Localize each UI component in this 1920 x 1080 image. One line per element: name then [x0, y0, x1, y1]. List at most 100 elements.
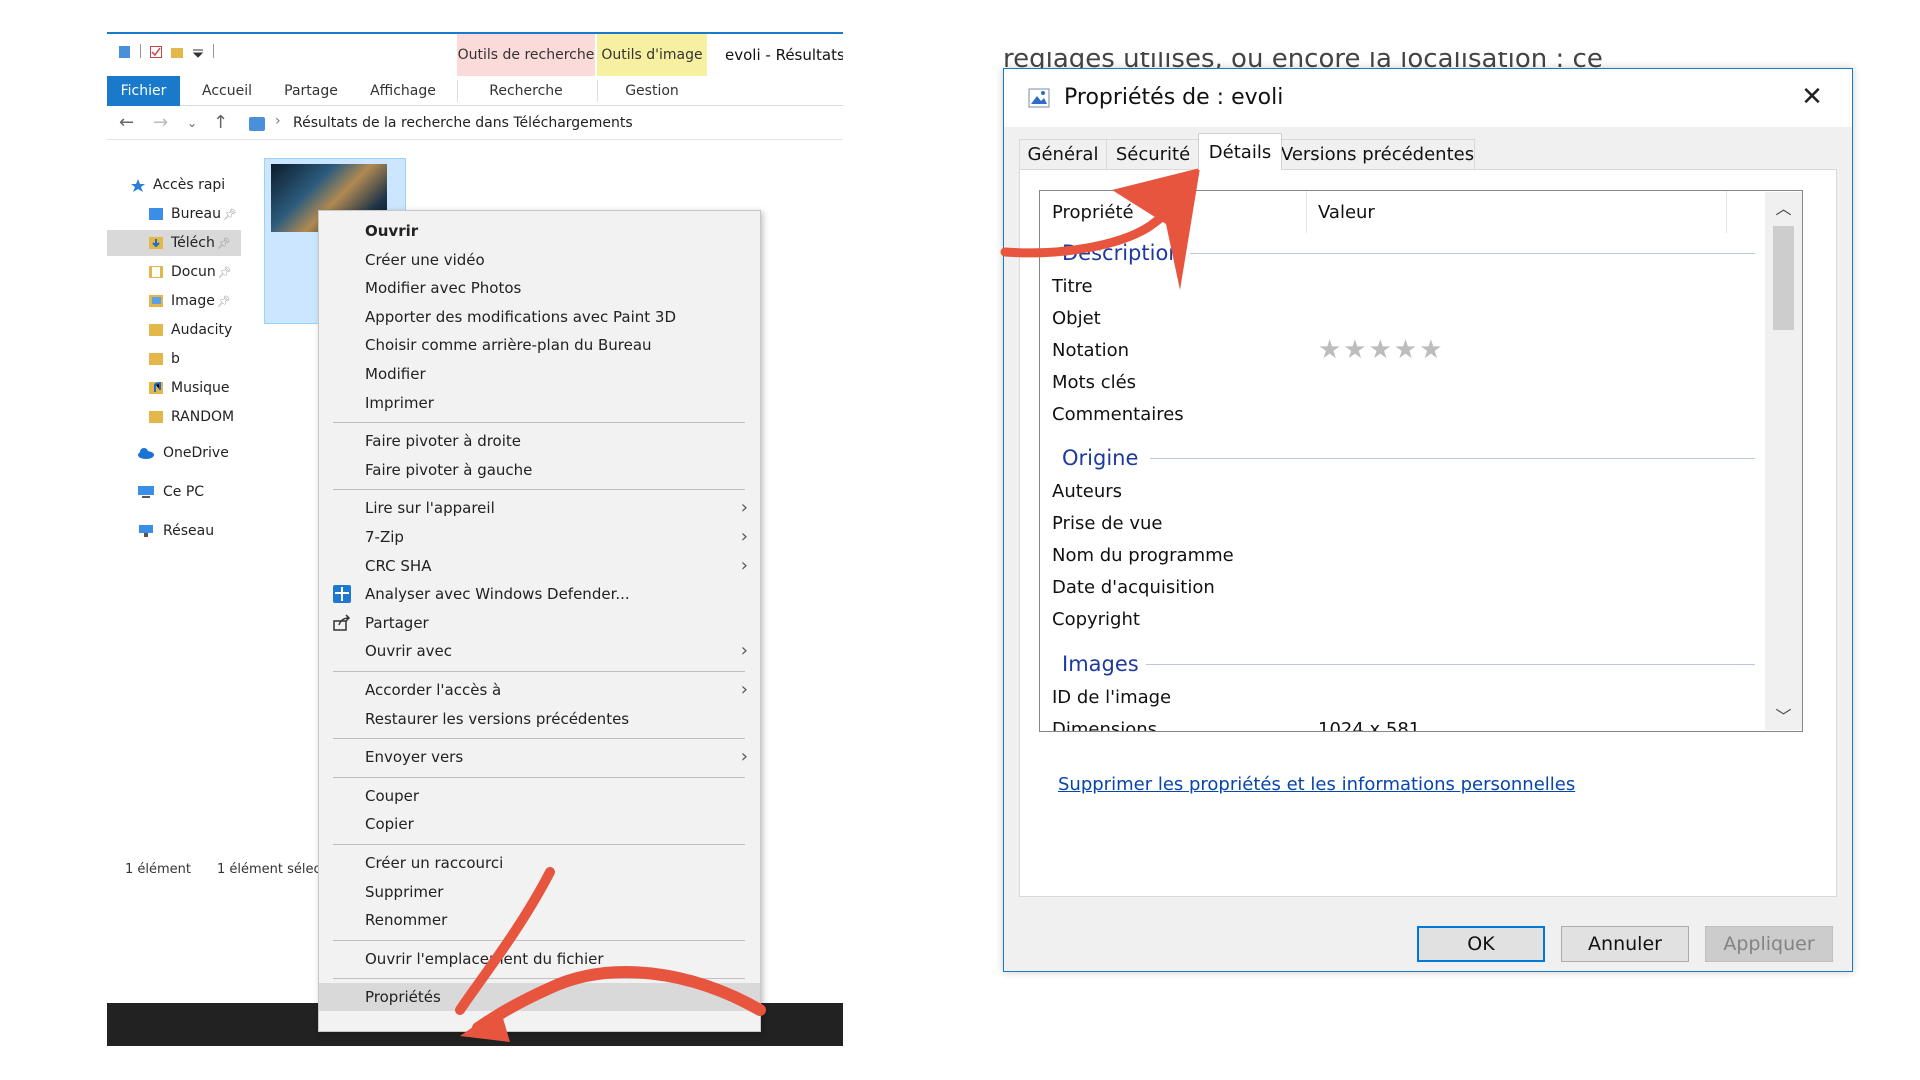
menu-item-label: Choisir comme arrière-plan du Bureau: [365, 336, 652, 355]
customize-dropdown-icon[interactable]: [192, 44, 204, 58]
new-folder-icon[interactable]: [171, 44, 183, 58]
menu-item-renommer[interactable]: Renommer: [319, 906, 760, 934]
tab-previous-versions[interactable]: Versions précédentes: [1280, 139, 1475, 169]
nav-item-this-pc[interactable]: Ce PC: [107, 479, 241, 505]
pin-icon[interactable]: 📌︎: [217, 295, 231, 308]
nav-item-random[interactable]: RANDOM: [107, 404, 241, 430]
menu-item-proprietes[interactable]: Propriétés: [319, 983, 760, 1012]
property-row-title[interactable]: Titre: [1052, 270, 1093, 302]
quick-access-toolbar: [119, 44, 214, 58]
property-row-date-taken[interactable]: Prise de vue: [1052, 507, 1162, 539]
menu-item-ouvrir-l-emplacement-du-fichier[interactable]: Ouvrir l'emplacement du fichier: [319, 945, 760, 973]
menu-item-partager[interactable]: Partager: [319, 609, 760, 637]
scroll-down-icon[interactable]: ﹀: [1765, 700, 1802, 730]
recent-locations-chevron-icon[interactable]: ⌄: [187, 116, 197, 130]
property-row-subject[interactable]: Objet: [1052, 302, 1101, 334]
computer-icon: [137, 486, 155, 498]
property-row-date-acquired[interactable]: Date d'acquisition: [1052, 571, 1215, 603]
nav-item-music[interactable]: Musique: [107, 375, 241, 401]
property-row-keywords[interactable]: Mots clés: [1052, 366, 1136, 398]
back-arrow-icon[interactable]: ←: [119, 112, 134, 133]
nav-item-label: RANDOM: [171, 409, 235, 425]
scroll-up-icon[interactable]: ︿: [1765, 192, 1802, 222]
nav-item-label: Bureau: [171, 206, 221, 222]
ribbon-tab-home[interactable]: Accueil: [185, 76, 269, 106]
tab-details[interactable]: Détails: [1198, 133, 1282, 170]
properties-check-icon[interactable]: [150, 44, 162, 58]
nav-item-quick-access[interactable]: Accès rapi: [107, 172, 241, 198]
menu-item-copier[interactable]: Copier: [319, 810, 760, 838]
cancel-button[interactable]: Annuler: [1561, 926, 1689, 962]
ribbon-tab-search[interactable]: Recherche: [457, 76, 595, 106]
pin-icon[interactable]: 📌︎: [223, 208, 237, 221]
tab-general[interactable]: Général: [1019, 139, 1107, 169]
close-icon[interactable]: ✕: [1792, 79, 1832, 115]
vertical-scrollbar[interactable]: ︿ ﹀: [1765, 192, 1802, 730]
nav-item-desktop[interactable]: Bureau 📌︎: [107, 201, 241, 227]
nav-item-network[interactable]: Réseau: [107, 518, 241, 544]
property-row-image-id[interactable]: ID de l'image: [1052, 681, 1171, 713]
ribbon-tab-view[interactable]: Affichage: [353, 76, 453, 106]
menu-item-analyser-avec-windows-defender[interactable]: Analyser avec Windows Defender...: [319, 580, 760, 608]
property-row-rating[interactable]: Notation: [1052, 334, 1129, 366]
property-row-comments[interactable]: Commentaires: [1052, 398, 1184, 430]
pictures-folder-icon: [149, 295, 163, 307]
menu-item-restaurer-les-versions-precedentes[interactable]: Restaurer les versions précédentes: [319, 705, 760, 733]
menu-item-creer-une-video[interactable]: Créer une vidéo: [319, 246, 760, 274]
group-header-images: Images: [1062, 652, 1139, 676]
menu-item-choisir-comme-arriere-plan-du-bureau[interactable]: Choisir comme arrière-plan du Bureau: [319, 331, 760, 359]
address-path[interactable]: Résultats de la recherche dans Télécharg…: [293, 115, 633, 131]
ok-button[interactable]: OK: [1417, 926, 1545, 962]
menu-item-couper[interactable]: Couper: [319, 782, 760, 810]
ribbon-tab-manage[interactable]: Gestion: [597, 76, 707, 106]
nav-item-audacity[interactable]: Audacity: [107, 317, 241, 343]
nav-item-b[interactable]: b: [107, 346, 241, 372]
remove-properties-link[interactable]: Supprimer les propriétés et les informat…: [1058, 774, 1575, 795]
dialog-tabs: Général Sécurité Détails Versions précéd…: [1004, 127, 1852, 170]
rating-stars[interactable]: ★★★★★: [1318, 334, 1445, 366]
menu-item-faire-pivoter-a-droite[interactable]: Faire pivoter à droite: [319, 427, 760, 455]
property-row-program-name[interactable]: Nom du programme: [1052, 539, 1234, 571]
tab-security[interactable]: Sécurité: [1106, 139, 1200, 169]
menu-separator: [333, 489, 745, 491]
forward-arrow-icon[interactable]: →: [153, 112, 168, 133]
menu-item-faire-pivoter-a-gauche[interactable]: Faire pivoter à gauche: [319, 456, 760, 484]
menu-item-lire-sur-l-appareil[interactable]: Lire sur l'appareil ›: [319, 494, 760, 522]
menu-item-apporter-des-modifications-avec-paint-3d[interactable]: Apporter des modifications avec Paint 3D: [319, 303, 760, 331]
menu-item-imprimer[interactable]: Imprimer: [319, 389, 760, 417]
pin-icon[interactable]: 📌︎: [217, 237, 231, 250]
column-header-property[interactable]: Propriété: [1040, 191, 1306, 233]
contextual-tab-search-tools[interactable]: Outils de recherche: [457, 34, 595, 76]
menu-item-modifier-avec-photos[interactable]: Modifier avec Photos: [319, 274, 760, 302]
menu-item-label: Modifier: [365, 365, 426, 383]
menu-item-7-zip[interactable]: 7-Zip ›: [319, 523, 760, 551]
breadcrumb-chevron-icon[interactable]: ›: [275, 113, 281, 129]
menu-item-accorder-l-acces-a[interactable]: Accorder l'accès à ›: [319, 676, 760, 704]
apply-button[interactable]: Appliquer: [1705, 926, 1833, 962]
nav-item-pictures[interactable]: Image 📌︎: [107, 288, 241, 314]
properties-dialog: Propriétés de : evoli ✕ Général Sécurité…: [1003, 68, 1853, 972]
column-header-value[interactable]: Valeur: [1306, 191, 1726, 233]
nav-item-onedrive[interactable]: OneDrive: [107, 440, 241, 466]
menu-item-envoyer-vers[interactable]: Envoyer vers ›: [319, 743, 760, 771]
nav-item-label: Musique: [171, 380, 230, 396]
menu-item-crc-sha[interactable]: CRC SHA ›: [319, 552, 760, 580]
menu-item-ouvrir[interactable]: Ouvrir: [319, 217, 760, 245]
scrollbar-thumb[interactable]: [1773, 226, 1794, 330]
menu-item-ouvrir-avec[interactable]: Ouvrir avec ›: [319, 637, 760, 665]
menu-item-label: Faire pivoter à droite: [365, 432, 522, 451]
menu-item-modifier[interactable]: Modifier: [319, 360, 760, 388]
pin-icon[interactable]: 📌︎: [218, 266, 232, 279]
menu-item-creer-un-raccourci[interactable]: Créer un raccourci: [319, 849, 760, 877]
property-row-copyright[interactable]: Copyright: [1052, 603, 1140, 635]
column-divider[interactable]: [1726, 191, 1727, 233]
ribbon-tab-share[interactable]: Partage: [269, 76, 353, 106]
up-arrow-icon[interactable]: ↑: [213, 112, 228, 133]
menu-item-supprimer[interactable]: Supprimer: [319, 878, 760, 906]
ribbon-tab-file[interactable]: Fichier: [107, 76, 180, 106]
menu-item-label: Ouvrir avec: [365, 642, 453, 661]
nav-item-documents[interactable]: Docun 📌︎: [107, 259, 241, 285]
contextual-tab-image-tools[interactable]: Outils d'image: [597, 34, 707, 76]
property-row-authors[interactable]: Auteurs: [1052, 475, 1122, 507]
nav-item-downloads[interactable]: Téléch 📌︎: [107, 230, 241, 256]
